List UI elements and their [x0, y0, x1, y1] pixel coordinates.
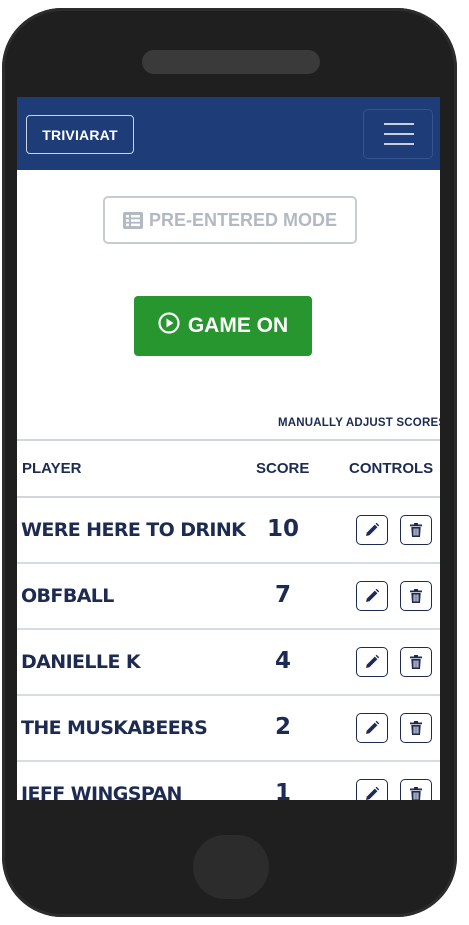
edit-button[interactable]: [356, 647, 388, 677]
pre-entered-mode-button[interactable]: PRE-ENTERED MODE: [103, 196, 357, 244]
edit-button[interactable]: [356, 515, 388, 545]
player-score: 7: [274, 582, 291, 608]
trash-icon: [410, 589, 422, 603]
table-row: JEFF WINGSPAN 1: [17, 762, 440, 800]
player-name: WERE HERE TO DRINK: [21, 519, 246, 541]
play-circle-icon: [158, 312, 180, 334]
delete-button[interactable]: [400, 581, 432, 611]
delete-button[interactable]: [400, 647, 432, 677]
table-header: PLAYER SCORE CONTROLS: [17, 441, 440, 498]
player-name: DANIELLE K: [21, 651, 141, 673]
table-row: WERE HERE TO DRINK 10: [17, 498, 440, 564]
hamburger-menu-icon: [384, 123, 414, 125]
menu-toggle-button[interactable]: [363, 109, 433, 159]
column-header-controls: CONTROLS: [349, 460, 434, 477]
player-name: JEFF WINGSPAN: [21, 783, 182, 800]
phone-home-button[interactable]: [193, 835, 269, 899]
manually-adjust-scores-label: MANUALLY ADJUST SCORES: [278, 417, 440, 429]
trash-icon: [410, 787, 422, 800]
player-score: 10: [266, 516, 299, 542]
brand-button[interactable]: TRIVIARAT: [26, 115, 134, 154]
pencil-icon: [366, 588, 380, 602]
top-navbar: TRIVIARAT: [17, 97, 440, 170]
pencil-icon: [366, 654, 380, 668]
column-header-score: SCORE: [256, 460, 310, 477]
column-header-player: PLAYER: [22, 460, 82, 477]
trash-icon: [410, 655, 422, 669]
game-on-button[interactable]: GAME ON: [134, 296, 312, 356]
pre-entered-mode-label: PRE-ENTERED MODE: [148, 209, 337, 230]
table-row: THE MUSKABEERS 2: [17, 696, 440, 762]
table-row: DANIELLE K 4: [17, 630, 440, 696]
edit-button[interactable]: [356, 581, 388, 611]
trash-icon: [410, 523, 422, 537]
delete-button[interactable]: [400, 515, 432, 545]
player-name: THE MUSKABEERS: [21, 717, 208, 739]
delete-button[interactable]: [400, 713, 432, 743]
game-on-label: GAME ON: [187, 314, 289, 337]
scores-table: PLAYER SCORE CONTROLS WERE HERE TO DRINK…: [17, 439, 440, 800]
table-row: OBFBALL 7: [17, 564, 440, 630]
pencil-icon: [366, 522, 380, 536]
phone-speaker: [142, 50, 320, 74]
app-screen: TRIVIARAT PRE-ENTERED MODE GAME ON MANUA…: [17, 97, 440, 800]
player-score: 1: [274, 780, 291, 800]
pencil-icon: [366, 786, 380, 800]
edit-button[interactable]: [356, 779, 388, 800]
player-name: OBFBALL: [21, 585, 114, 607]
edit-button[interactable]: [356, 713, 388, 743]
player-score: 4: [274, 648, 291, 674]
list-icon: [122, 211, 143, 229]
player-score: 2: [274, 714, 291, 740]
pencil-icon: [366, 720, 380, 734]
delete-button[interactable]: [400, 779, 432, 800]
trash-icon: [410, 721, 422, 735]
